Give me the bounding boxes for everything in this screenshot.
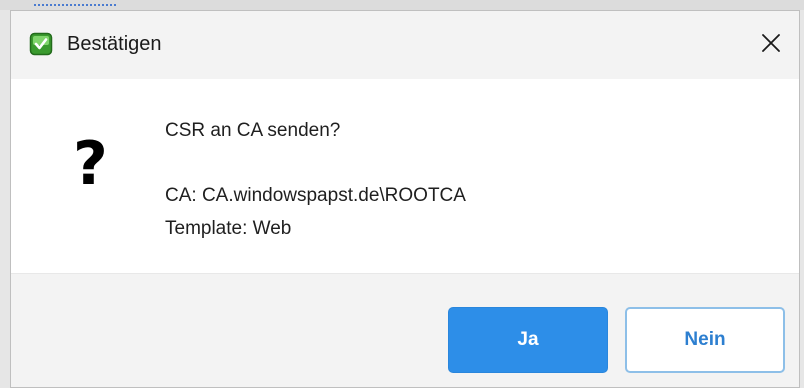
dialog-titlebar[interactable]: Bestätigen (11, 11, 799, 79)
question-icon: ? (73, 129, 108, 199)
yes-button[interactable]: Ja (448, 307, 608, 373)
app-icon (29, 32, 53, 56)
confirm-dialog: Bestätigen ? CSR an CA senden? CA: CA.wi… (10, 10, 800, 388)
dialog-footer: Ja Nein (11, 273, 799, 387)
background-focus-dots (34, 4, 116, 6)
close-icon (762, 34, 780, 52)
message-ca: CA: CA.windowspapst.de\ROOTCA (165, 185, 466, 206)
dialog-title: Bestätigen (67, 33, 162, 55)
message-template: Template: Web (165, 218, 292, 239)
close-button[interactable] (753, 25, 789, 61)
background-window-strip (0, 0, 804, 10)
message-question: CSR an CA senden? (165, 120, 341, 141)
no-button[interactable]: Nein (625, 307, 785, 373)
